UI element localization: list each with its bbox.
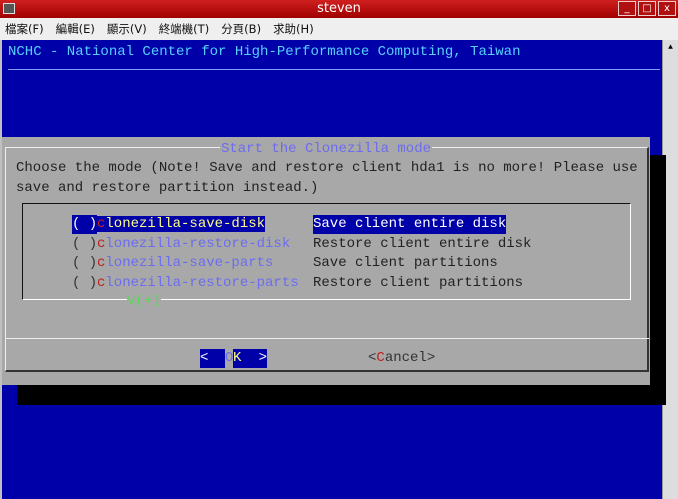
window-titlebar: steven _ □ x	[0, 0, 678, 18]
radio-button[interactable]: ( )	[72, 215, 97, 234]
close-button[interactable]: x	[658, 1, 676, 16]
menu-file[interactable]: 檔案(F)	[5, 18, 44, 40]
item-description: Save client partitions	[313, 255, 498, 271]
scroll-up-arrow-icon[interactable]: ▲	[663, 40, 678, 55]
scroll-more-indicator: v(+)	[127, 293, 161, 309]
hotkey: O	[225, 350, 234, 366]
radio-button[interactable]: ( )	[72, 274, 97, 293]
item-tag: lonezilla-restore-parts	[105, 274, 299, 291]
menu-edit[interactable]: 編輯(E)	[56, 18, 95, 40]
list-item-save-disk[interactable]: ( ) clonezilla-save-disk Save client ent…	[72, 215, 507, 234]
radio-button[interactable]: ( )	[72, 254, 97, 273]
ok-right-bracket: >	[242, 349, 267, 368]
menu-help[interactable]: 求助(H)	[273, 18, 314, 40]
hotkey: C	[376, 350, 385, 366]
list-item-save-parts[interactable]: ( ) clonezilla-save-parts Save client pa…	[72, 254, 498, 273]
list-item-restore-parts[interactable]: ( ) clonezilla-restore-parts Restore cli…	[72, 274, 523, 293]
item-description: Restore client entire disk	[313, 235, 532, 252]
dialog-shadow-right	[650, 155, 666, 405]
menu-view[interactable]: 顯示(V)	[107, 18, 147, 40]
ok-left-bracket: <	[200, 349, 225, 368]
list-item-restore-disk[interactable]: ( ) clonezilla-restore-disk Restore clie…	[72, 235, 531, 254]
window-title: steven	[317, 1, 361, 16]
cancel-button[interactable]: <Cancel>	[368, 349, 435, 368]
radio-button[interactable]: ( )	[72, 235, 97, 254]
menu-bar: 檔案(F) 編輯(E) 顯示(V) 終端機(T) 分頁(B) 求助(H)	[0, 18, 678, 40]
cancel-right-bracket: >	[426, 350, 436, 366]
terminal-header: NCHC - National Center for High-Performa…	[8, 44, 521, 60]
header-divider	[8, 69, 660, 70]
clonezilla-mode-dialog: Start the Clonezilla mode Choose the mod…	[2, 137, 650, 385]
cancel-label: ancel	[384, 350, 427, 366]
dialog-title: Start the Clonezilla mode	[219, 141, 433, 157]
menu-terminal[interactable]: 終端機(T)	[159, 18, 210, 40]
dialog-prompt: Choose the mode (Note! Save and restore …	[16, 160, 638, 196]
menu-tabs[interactable]: 分頁(B)	[221, 18, 261, 40]
item-tag: lonezilla-restore-disk	[105, 235, 291, 252]
dialog-shadow-bottom	[17, 385, 666, 405]
ok-button[interactable]: < OK >	[200, 349, 267, 368]
ok-label: K	[233, 349, 242, 368]
maximize-button[interactable]: □	[638, 1, 656, 16]
minimize-button[interactable]: _	[618, 1, 636, 16]
item-description: Save client entire disk	[313, 215, 507, 234]
button-separator	[5, 338, 649, 339]
item-tag: lonezilla-save-disk	[105, 216, 266, 232]
item-tag: lonezilla-save-parts	[105, 255, 274, 271]
window-menu-icon[interactable]	[3, 3, 15, 14]
item-description: Restore client partitions	[313, 274, 524, 291]
